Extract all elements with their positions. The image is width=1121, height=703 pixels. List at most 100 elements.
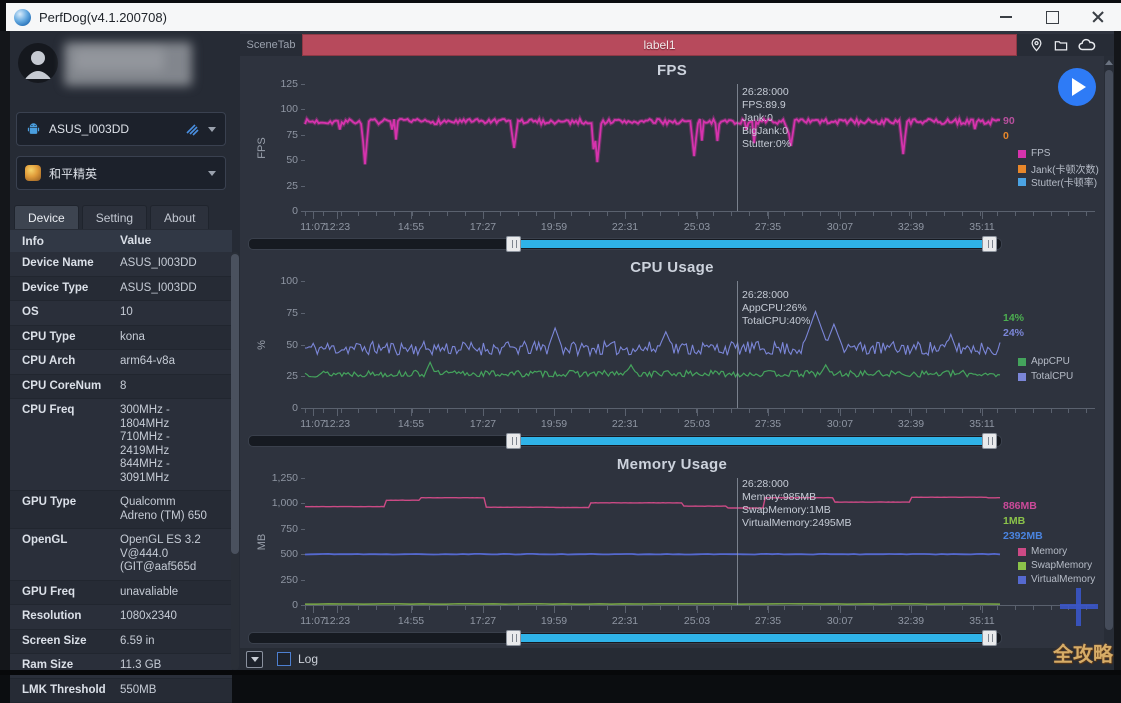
legend-item-totalcpu[interactable]: TotalCPU bbox=[1018, 371, 1073, 382]
info-row-label: OS bbox=[10, 301, 118, 325]
legend-item-fps[interactable]: FPS bbox=[1018, 148, 1050, 159]
maximize-icon bbox=[1046, 11, 1059, 24]
legend-item-stutter[interactable]: Stutter(卡顿率) bbox=[1018, 174, 1097, 189]
watermark: 全攻略 bbox=[1053, 638, 1113, 667]
x-minor-tick bbox=[305, 212, 306, 216]
sidebar-scrollbar[interactable] bbox=[231, 252, 239, 670]
legend-label: SwapMemory bbox=[1031, 560, 1092, 571]
x-minor-tick bbox=[305, 606, 306, 610]
log-checkbox[interactable] bbox=[277, 652, 291, 666]
x-minor-tick bbox=[536, 606, 537, 610]
tab-about[interactable]: About bbox=[150, 205, 209, 229]
x-major-tick bbox=[625, 606, 626, 613]
latest-value-label: 24% bbox=[1003, 327, 1024, 339]
window-controls bbox=[983, 3, 1121, 31]
x-minor-tick bbox=[323, 212, 324, 216]
x-tick-label: 27:35 bbox=[742, 615, 794, 627]
x-major-tick bbox=[982, 606, 983, 613]
x-major-tick bbox=[313, 409, 314, 416]
info-row: GPU TypeQualcommAdreno (TM) 650 bbox=[10, 491, 232, 529]
legend-swatch bbox=[1018, 358, 1026, 366]
plot-area bbox=[305, 281, 1000, 408]
info-header-cell: Info bbox=[10, 229, 118, 253]
app-logo-icon bbox=[14, 9, 31, 26]
x-minor-tick bbox=[341, 606, 342, 610]
slider-handle-right[interactable] bbox=[982, 433, 997, 449]
legend-item-swapmemory[interactable]: SwapMemory bbox=[1018, 560, 1092, 571]
info-row-label: Device Type bbox=[10, 277, 118, 301]
tab-device[interactable]: Device bbox=[14, 205, 79, 229]
main-scrollbar[interactable] bbox=[1104, 56, 1114, 670]
toggle-log-panel-button[interactable] bbox=[246, 651, 263, 668]
x-minor-tick bbox=[749, 212, 750, 216]
x-tick-label: 19:59 bbox=[528, 615, 580, 627]
tooltip-line: AppCPU:26% bbox=[742, 302, 810, 315]
app-select[interactable]: 和平精英 bbox=[16, 156, 226, 190]
slider-handle-left[interactable] bbox=[506, 630, 521, 646]
maximize-button[interactable] bbox=[1029, 3, 1075, 31]
x-major-tick bbox=[554, 212, 555, 219]
x-major-tick bbox=[625, 212, 626, 219]
x-minor-tick bbox=[1051, 212, 1052, 216]
slider-handle-left[interactable] bbox=[506, 236, 521, 252]
time-range-selection[interactable] bbox=[518, 634, 984, 642]
x-minor-tick bbox=[962, 409, 963, 413]
close-button[interactable] bbox=[1075, 3, 1121, 31]
minimize-button[interactable] bbox=[983, 3, 1029, 31]
y-tick-label: 125 bbox=[240, 78, 298, 90]
time-range-selection[interactable] bbox=[518, 240, 984, 248]
cloud-icon[interactable] bbox=[1078, 38, 1096, 52]
info-row-label: CPU CoreNum bbox=[10, 375, 118, 399]
info-row: CPU Typekona bbox=[10, 326, 232, 351]
slider-handle-left[interactable] bbox=[506, 433, 521, 449]
sidebar-scrollbar-thumb[interactable] bbox=[231, 254, 239, 554]
legend-item-appcpu[interactable]: AppCPU bbox=[1018, 356, 1070, 367]
info-row-value: ASUS_I003DD bbox=[118, 277, 232, 301]
app-select-value: 和平精英 bbox=[49, 165, 97, 182]
x-major-tick bbox=[313, 212, 314, 219]
legend-item-virtualmemory[interactable]: VirtualMemory bbox=[1018, 574, 1095, 585]
tab-setting[interactable]: Setting bbox=[82, 205, 147, 229]
add-chart-button[interactable] bbox=[1060, 588, 1098, 626]
x-major-tick bbox=[483, 212, 484, 219]
x-minor-tick bbox=[500, 606, 501, 610]
x-major-tick bbox=[483, 409, 484, 416]
x-tick-label: 35:11 bbox=[956, 418, 1008, 430]
x-tick-label: 17:27 bbox=[457, 418, 509, 430]
main-scrollbar-thumb[interactable] bbox=[1105, 70, 1113, 630]
scene-label-bar[interactable]: label1 bbox=[302, 34, 1017, 56]
edit-device-icon[interactable] bbox=[184, 121, 200, 137]
slider-handle-right[interactable] bbox=[982, 630, 997, 646]
x-minor-tick bbox=[855, 606, 856, 610]
info-row: CPU CoreNum8 bbox=[10, 375, 232, 400]
user-avatar[interactable] bbox=[18, 43, 58, 83]
x-minor-tick bbox=[642, 606, 643, 610]
info-row-value: 550MB bbox=[118, 679, 232, 703]
android-device-icon bbox=[26, 122, 41, 137]
x-minor-tick bbox=[944, 409, 945, 413]
x-major-tick bbox=[337, 606, 338, 613]
x-minor-tick bbox=[660, 212, 661, 216]
info-row: Resolution1080x2340 bbox=[10, 605, 232, 630]
x-major-tick bbox=[337, 212, 338, 219]
scrollbar-up-arrow[interactable] bbox=[1105, 60, 1113, 65]
x-tick-label: 12:23 bbox=[311, 615, 363, 627]
folder-icon[interactable] bbox=[1053, 38, 1069, 53]
x-minor-tick bbox=[660, 409, 661, 413]
play-button[interactable] bbox=[1058, 68, 1096, 106]
time-range-selection[interactable] bbox=[518, 437, 984, 445]
legend-item-memory[interactable]: Memory bbox=[1018, 546, 1067, 557]
x-tick-label: 17:27 bbox=[457, 615, 509, 627]
x-major-tick bbox=[982, 409, 983, 416]
slider-handle-right[interactable] bbox=[982, 236, 997, 252]
x-minor-tick bbox=[1051, 606, 1052, 610]
x-minor-tick bbox=[376, 212, 377, 216]
x-minor-tick bbox=[873, 409, 874, 413]
location-pin-icon[interactable] bbox=[1029, 37, 1044, 53]
x-minor-tick bbox=[571, 409, 572, 413]
legend-label: AppCPU bbox=[1031, 356, 1070, 367]
device-select[interactable]: ASUS_I003DD bbox=[16, 112, 226, 146]
device-select-value: ASUS_I003DD bbox=[49, 122, 129, 136]
x-minor-tick bbox=[749, 409, 750, 413]
x-minor-tick bbox=[323, 606, 324, 610]
